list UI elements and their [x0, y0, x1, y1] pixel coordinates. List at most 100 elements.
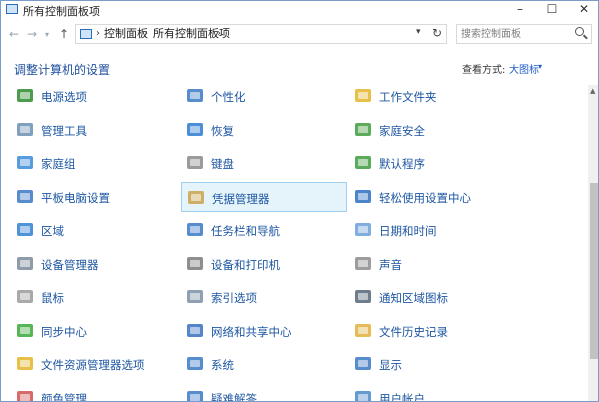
navigation-bar: ← → ▾ ↑ › 控制面板 › 所有控制面板项 › ▾ ↻	[1, 23, 598, 45]
scrollbar-thumb[interactable]	[590, 183, 598, 359]
display-icon	[353, 354, 373, 374]
breadcrumb-separator[interactable]: ›	[144, 27, 148, 41]
view-by-value[interactable]: 大图标	[509, 61, 539, 76]
control-panel-item[interactable]: 凭据管理器	[181, 181, 347, 212]
back-icon[interactable]: ←	[9, 25, 19, 43]
color-management-icon	[15, 388, 35, 401]
window-title: 所有控制面板项	[23, 5, 100, 18]
item-label: 颜色管理	[41, 391, 87, 402]
maximize-button[interactable]: ☐	[537, 1, 567, 18]
control-panel-item[interactable]: 系统	[181, 349, 347, 379]
item-label: 显示	[379, 358, 402, 372]
item-label: 默认程序	[379, 157, 425, 171]
control-panel-item[interactable]: 个性化	[181, 85, 347, 111]
forward-icon[interactable]: →	[27, 25, 37, 43]
breadcrumb-control-panel[interactable]: 控制面板	[104, 27, 148, 41]
control-panel-item[interactable]: 轻松使用设置中心	[349, 182, 515, 212]
item-label: 家庭安全	[379, 123, 425, 138]
item-label: 个性化	[211, 90, 246, 104]
control-panel-item[interactable]: 管理工具	[11, 115, 177, 145]
control-panel-item[interactable]: 索引选项	[181, 282, 347, 312]
work-folders-icon	[353, 86, 373, 106]
control-panel-item[interactable]: 设备和打印机	[181, 249, 347, 279]
devices-printers-icon	[185, 254, 205, 274]
admin-tools-icon	[15, 120, 35, 140]
control-panel-item[interactable]: 家庭组	[11, 148, 177, 178]
control-panel-item[interactable]: 日期和时间	[349, 215, 515, 245]
address-bar[interactable]: › 控制面板 › 所有控制面板项 › ▾ ↻	[75, 24, 447, 44]
control-panel-item[interactable]: 疑难解答	[181, 383, 347, 402]
tablet-settings-icon	[15, 187, 35, 207]
recent-locations-dropdown[interactable]: ▾	[45, 26, 49, 44]
title-bar: 所有控制面板项 – ☐ ✕	[1, 1, 598, 18]
control-panel-item[interactable]: 同步中心	[11, 316, 177, 346]
item-label: 通知区域图标	[379, 291, 448, 305]
item-label: 网络和共享中心	[211, 324, 292, 339]
power-options-icon	[15, 86, 35, 106]
refresh-icon[interactable]: ↻	[432, 26, 442, 40]
item-label: 区域	[41, 224, 64, 238]
control-panel-item[interactable]: 用户帐户	[349, 383, 515, 402]
control-panel-item[interactable]: 电源选项	[11, 85, 177, 111]
scroll-up-icon[interactable]: ▲	[590, 87, 595, 95]
control-panel-item[interactable]: 颜色管理	[11, 383, 177, 402]
item-label: 管理工具	[41, 123, 87, 138]
control-panel-icon	[6, 4, 18, 14]
control-panel-item[interactable]: 键盘	[181, 148, 347, 178]
up-icon[interactable]: ↑	[59, 25, 69, 43]
notification-area-icon	[353, 287, 373, 307]
control-panel-item[interactable]: 显示	[349, 349, 515, 379]
item-label: 用户帐户	[379, 391, 425, 402]
sync-center-icon	[15, 321, 35, 341]
close-button[interactable]: ✕	[569, 1, 598, 18]
breadcrumb-separator[interactable]: ›	[217, 27, 221, 41]
control-panel-item[interactable]: 设备管理器	[11, 249, 177, 279]
item-label: 轻松使用设置中心	[379, 190, 471, 205]
item-label: 系统	[211, 358, 234, 372]
control-panel-window: 所有控制面板项 – ☐ ✕ ← → ▾ ↑ › 控制面板 › 所有控制面板项 ›…	[0, 0, 599, 402]
control-panel-item[interactable]: 网络和共享中心	[181, 316, 347, 346]
control-panel-item[interactable]: 默认程序	[349, 148, 515, 178]
control-panel-items: 电源选项 个性化 工作文件夹管理工具 恢复 家庭安全家庭组 键盘 默认程序平板电脑设置 凭据管…	[1, 85, 588, 402]
control-panel-item[interactable]: 家庭安全	[349, 115, 515, 145]
item-label: 键盘	[211, 157, 234, 171]
breadcrumb-separator[interactable]: ›	[96, 27, 100, 41]
device-manager-icon	[15, 254, 35, 274]
control-panel-item[interactable]: 工作文件夹	[349, 85, 515, 111]
item-label: 疑难解答	[211, 391, 257, 402]
page-title: 调整计算机的设置	[14, 63, 111, 77]
default-programs-icon	[353, 153, 373, 173]
network-sharing-icon	[185, 321, 205, 341]
control-panel-icon	[80, 29, 92, 39]
search-input[interactable]	[461, 27, 571, 41]
view-by-label: 查看方式:	[462, 65, 506, 76]
control-panel-item[interactable]: 文件资源管理器选项	[11, 349, 177, 379]
control-panel-item[interactable]: 声音	[349, 249, 515, 279]
control-panel-item[interactable]: 文件历史记录	[349, 316, 515, 346]
control-panel-item[interactable]: 任务栏和导航	[181, 215, 347, 245]
vertical-scrollbar[interactable]: ▲	[588, 85, 598, 401]
credential-manager-icon	[186, 188, 206, 208]
item-label: 电源选项	[41, 90, 87, 104]
control-panel-item[interactable]: 恢复	[181, 115, 347, 145]
control-panel-item[interactable]: 鼠标	[11, 282, 177, 312]
item-label: 同步中心	[41, 324, 87, 339]
search-box[interactable]	[456, 24, 592, 44]
item-label: 声音	[379, 257, 402, 272]
system-icon	[185, 354, 205, 374]
item-label: 文件历史记录	[379, 324, 448, 339]
address-dropdown-icon[interactable]: ▾	[416, 27, 421, 37]
control-panel-item[interactable]: 区域	[11, 215, 177, 245]
chevron-down-icon[interactable]: ▾	[538, 62, 542, 71]
control-panel-item[interactable]: 通知区域图标	[349, 282, 515, 312]
search-icon[interactable]	[575, 27, 584, 36]
indexing-options-icon	[185, 287, 205, 307]
family-safety-icon	[353, 120, 373, 140]
explorer-options-icon	[15, 354, 35, 374]
control-panel-item[interactable]: 平板电脑设置	[11, 182, 177, 212]
file-history-icon	[353, 321, 373, 341]
item-label: 家庭组	[41, 157, 76, 171]
minimize-button[interactable]: –	[505, 1, 535, 18]
sound-icon	[353, 254, 373, 274]
keyboard-icon	[185, 153, 205, 173]
